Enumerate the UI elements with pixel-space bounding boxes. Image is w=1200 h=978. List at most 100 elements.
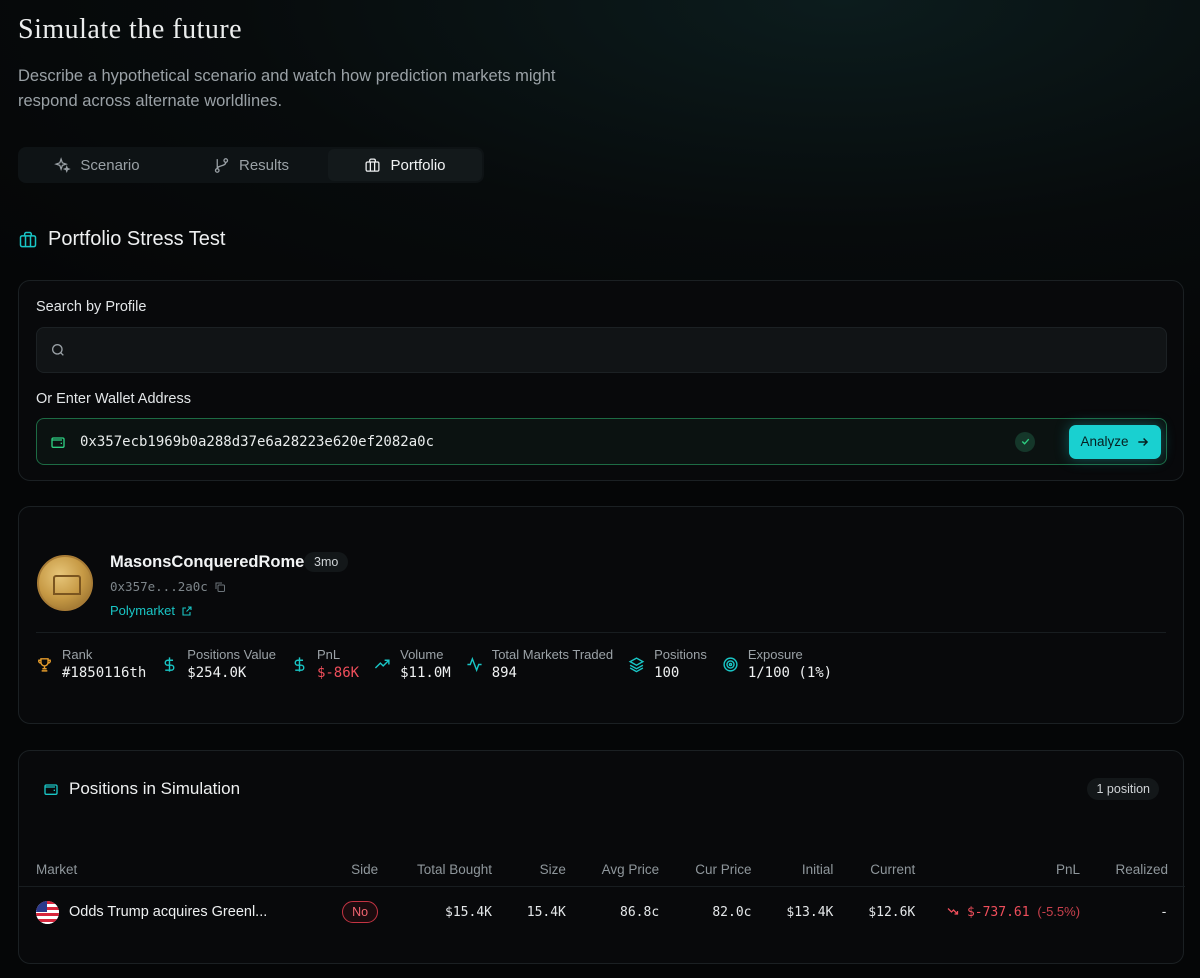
positions-count-badge: 1 position bbox=[1087, 778, 1159, 800]
page-subtitle: Describe a hypothetical scenario and wat… bbox=[18, 67, 556, 110]
col-header: Total Bought bbox=[378, 854, 492, 887]
pnl-percent: (-5.5%) bbox=[1037, 904, 1081, 920]
target-icon bbox=[723, 657, 738, 672]
col-header: PnL bbox=[915, 854, 1081, 887]
table-header-row: Market Side Total Bought Size Avg Price … bbox=[19, 854, 1185, 887]
check-icon bbox=[1015, 431, 1035, 452]
profile-search-label: Search by Profile bbox=[36, 299, 147, 315]
us-flag-icon bbox=[36, 900, 59, 924]
divider bbox=[36, 632, 1166, 633]
stat-label: Exposure bbox=[747, 647, 803, 662]
market-cell: Odds Trump acquires Greenl... bbox=[36, 900, 310, 924]
col-header: Initial bbox=[751, 854, 834, 887]
stat-value: 1/100 (1%) bbox=[747, 665, 833, 681]
tab-results[interactable]: Results bbox=[174, 147, 328, 183]
tab-bar: Scenario Results Portfolio bbox=[18, 147, 484, 183]
col-header: Realized bbox=[1080, 854, 1185, 887]
stat-pnl: PnL $-86K bbox=[291, 647, 359, 681]
search-card: Search by Profile Or Enter Wallet Addres… bbox=[18, 280, 1184, 481]
col-header: Avg Price bbox=[565, 854, 660, 887]
stat-volume: Volume $11.0M bbox=[374, 647, 451, 681]
activity-icon bbox=[467, 656, 482, 673]
account-age-badge: 3mo bbox=[304, 552, 349, 572]
realized-cell: - bbox=[1160, 904, 1168, 920]
copy-icon[interactable] bbox=[214, 581, 226, 593]
market-name: Odds Trump acquires Greenl... bbox=[69, 904, 268, 921]
arrow-right-icon bbox=[1137, 437, 1148, 446]
positions-heading: Positions in Simulation bbox=[43, 779, 240, 799]
stat-value: $-86K bbox=[316, 665, 360, 681]
polymarket-link[interactable]: Polymarket bbox=[110, 603, 193, 618]
external-link-icon bbox=[182, 605, 192, 616]
polymarket-link-label: Polymarket bbox=[110, 603, 176, 618]
current-cell: $12.6K bbox=[868, 904, 916, 920]
positions-title: Positions in Simulation bbox=[69, 779, 241, 798]
profile-search-input[interactable] bbox=[76, 328, 1166, 372]
section-heading: Portfolio Stress Test bbox=[18, 228, 225, 251]
dollar-icon bbox=[164, 657, 175, 672]
table-row[interactable]: Odds Trump acquires Greenl... No $15.4K … bbox=[19, 886, 1185, 938]
profile-address: 0x357e...2a0c bbox=[110, 579, 226, 594]
stat-exposure: Exposure 1/100 (1%) bbox=[722, 647, 832, 681]
wallet-label: Or Enter Wallet Address bbox=[36, 391, 191, 407]
stat-label: Volume bbox=[400, 647, 444, 662]
size-cell: 15.4K bbox=[526, 904, 566, 920]
address-text: 0x357e...2a0c bbox=[110, 579, 208, 594]
analyze-button[interactable]: Analyze bbox=[1069, 424, 1161, 459]
layers-icon bbox=[628, 657, 645, 673]
tab-scenario[interactable]: Scenario bbox=[20, 147, 174, 183]
col-header: Cur Price bbox=[659, 854, 752, 887]
stat-label: Total Markets Traded bbox=[491, 647, 614, 662]
stat-positions: Positions 100 bbox=[628, 647, 707, 681]
wallet-icon bbox=[51, 436, 65, 448]
stat-rank: Rank #1850116th bbox=[36, 647, 146, 681]
search-icon bbox=[52, 344, 64, 356]
briefcase-icon bbox=[365, 157, 380, 172]
avg-price-cell: 86.8c bbox=[620, 904, 660, 920]
pnl-cell: $-737.61 (-5.5%) bbox=[915, 886, 1080, 938]
stat-value: 100 bbox=[654, 665, 680, 681]
stat-positions-value: Positions Value $254.0K bbox=[161, 647, 276, 681]
tab-label: Results bbox=[238, 156, 290, 174]
wallet-input-box: Analyze bbox=[36, 418, 1167, 465]
tab-label: Scenario bbox=[80, 156, 140, 174]
col-header: Market bbox=[19, 854, 311, 887]
positions-card: Positions in Simulation 1 position Marke… bbox=[18, 750, 1185, 964]
page-title: Simulate the future bbox=[18, 14, 243, 45]
stat-value: $11.0M bbox=[400, 665, 451, 681]
profile-search-box bbox=[36, 327, 1167, 373]
col-header: Side bbox=[310, 854, 379, 887]
analyze-label: Analyze bbox=[1080, 434, 1129, 449]
stat-total-markets: Total Markets Traded 894 bbox=[466, 647, 613, 681]
profile-username: MasonsConqueredRome bbox=[110, 553, 305, 571]
cur-price-cell: 82.0c bbox=[712, 904, 752, 920]
dollar-icon bbox=[294, 657, 305, 672]
profile-stats: Rank #1850116th Positions Value $254.0K Pn… bbox=[36, 647, 847, 681]
section-title: Portfolio Stress Test bbox=[48, 228, 226, 250]
trending-up-icon bbox=[375, 659, 390, 669]
avatar bbox=[37, 555, 93, 611]
sparkles-icon bbox=[54, 156, 72, 173]
positions-table: Market Side Total Bought Size Avg Price … bbox=[19, 854, 1185, 938]
side-badge: No bbox=[342, 901, 379, 924]
wallet-icon bbox=[44, 784, 58, 795]
stat-label: Positions Value bbox=[187, 647, 276, 662]
stat-value: #1850116th bbox=[62, 665, 147, 681]
stat-value: 894 bbox=[491, 665, 517, 681]
git-branch-icon bbox=[214, 157, 229, 173]
stat-label: Positions bbox=[654, 647, 707, 662]
stat-value: $254.0K bbox=[187, 665, 247, 681]
trophy-icon bbox=[38, 658, 51, 672]
col-header: Current bbox=[833, 854, 916, 887]
tab-portfolio[interactable]: Portfolio bbox=[328, 149, 482, 181]
briefcase-icon bbox=[19, 231, 37, 247]
stat-label: Rank bbox=[62, 647, 93, 662]
initial-cell: $13.4K bbox=[786, 904, 834, 920]
total-bought-cell: $15.4K bbox=[445, 904, 492, 920]
trending-down-icon bbox=[947, 908, 959, 915]
wallet-address-input[interactable] bbox=[80, 419, 1015, 464]
pnl-value: $-737.61 bbox=[966, 905, 1030, 921]
profile-card: MasonsConqueredRome 3mo 0x357e...2a0c Po… bbox=[18, 506, 1184, 724]
stat-label: PnL bbox=[316, 647, 341, 662]
tab-label: Portfolio bbox=[390, 156, 446, 174]
